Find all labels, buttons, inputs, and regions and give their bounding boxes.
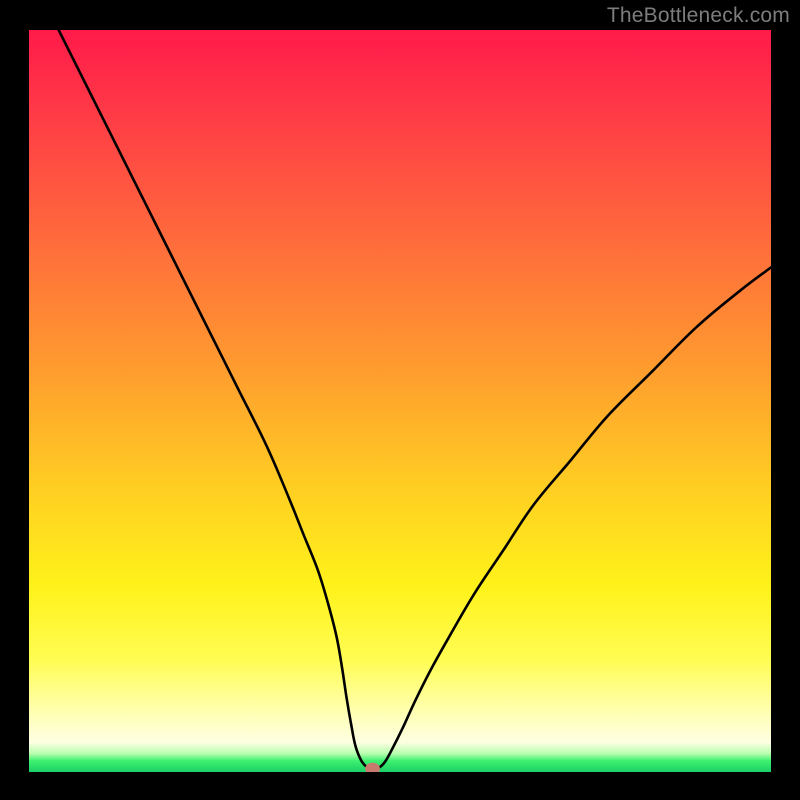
min-marker <box>365 763 380 772</box>
chart-frame: TheBottleneck.com <box>0 0 800 800</box>
watermark-text: TheBottleneck.com <box>607 4 790 28</box>
plot-area <box>29 30 771 772</box>
chart-svg <box>29 30 771 772</box>
bottleneck-curve <box>59 30 771 769</box>
